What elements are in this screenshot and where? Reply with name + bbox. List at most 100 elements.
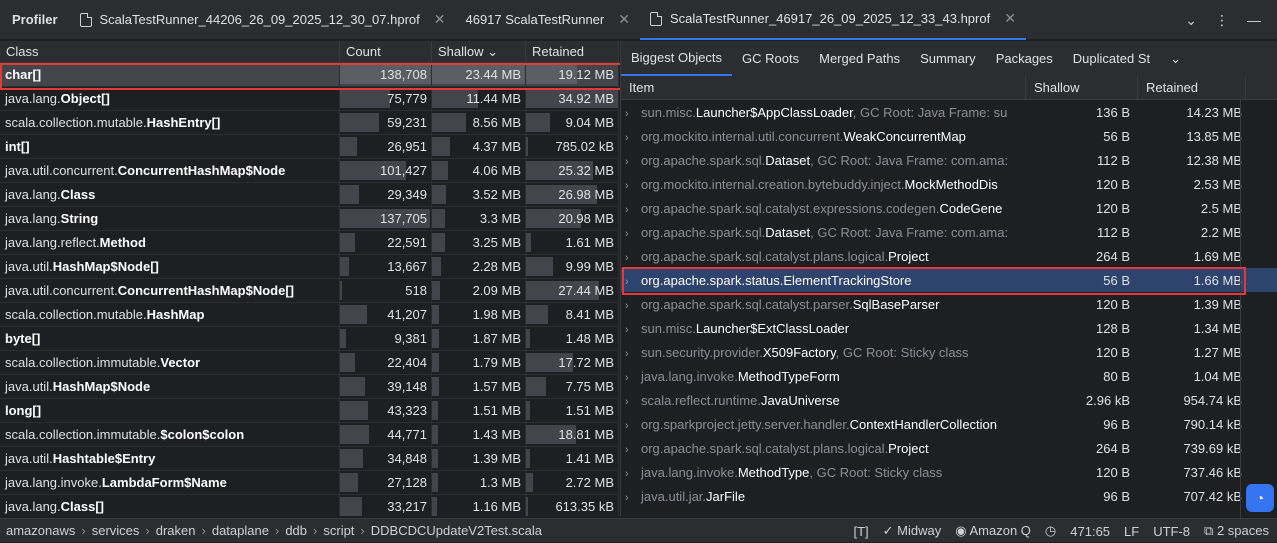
list-item[interactable]: › java.util.jar.JarFile 96 B 707.42 kB [621,484,1277,508]
tab-biggest-objects[interactable]: Biggest Objects [621,41,733,76]
table-row[interactable]: java.lang. Class[] 33,217 1.16 MB 613.35 kB [0,495,619,516]
breadcrumb-item[interactable]: services [86,523,146,538]
minimize-icon[interactable]: — [1247,12,1261,28]
table-row[interactable]: int[] 26,951 4.37 MB 785.02 kB [0,135,619,159]
chevron-right-icon[interactable]: › [625,324,633,336]
more-icon[interactable]: ⋮ [1215,12,1229,29]
close-icon[interactable]: ✕ [434,11,446,28]
chevron-right-icon[interactable]: › [625,420,633,432]
package-name: scala.reflect.runtime. [641,392,761,408]
table-row[interactable]: char[] 138,708 23.44 MB 19.12 MB [0,63,619,87]
column-retained[interactable]: Retained [526,41,619,62]
value-bar [340,257,350,276]
table-row[interactable]: java.util.concurrent. ConcurrentHashMap$N… [0,279,619,303]
chevron-down-icon[interactable]: ⌄ [1160,41,1191,76]
cursor-position[interactable]: 471:65 [1070,524,1110,539]
list-item[interactable]: › sun.misc.Launcher$ExtClassLoader 128 B 1.… [621,316,1277,340]
gauge-icon[interactable]: ◔ [1246,484,1274,512]
list-item[interactable]: › org.sparkproject.jetty.server.handler.C… [621,412,1277,436]
chevron-right-icon[interactable]: › [625,492,633,504]
list-item[interactable]: › org.apache.spark.sql.catalyst.parser.Sq… [621,292,1277,316]
chevron-right-icon[interactable]: › [625,228,633,240]
table-row[interactable]: java.lang. Class 29,349 3.52 MB 26.98 MB [0,183,619,207]
chevron-right-icon[interactable]: › [625,348,633,360]
table-row[interactable]: java.util. HashMap$Node[] 13,667 2.28 MB 9.9… [0,255,619,279]
line-separator[interactable]: LF [1124,524,1139,539]
table-row[interactable]: java.lang. Object[] 75,779 11.44 MB 34.92 MB [0,87,619,111]
midway-status[interactable]: ✓ Midway [883,523,942,539]
chevron-right-icon[interactable]: › [625,204,633,216]
table-row[interactable]: scala.collection.immutable. $colon$colon 4… [0,423,619,447]
column-shallow[interactable]: Shallow [1026,76,1138,99]
list-item[interactable]: › scala.reflect.runtime.JavaUniverse 2.96 … [621,388,1277,412]
chevron-right-icon[interactable]: › [625,396,633,408]
column-count[interactable]: Count [340,41,432,62]
breadcrumb-item[interactable]: dataplane [206,523,275,538]
tab-summary[interactable]: Summary [910,41,986,76]
tab-duplicated-strings[interactable]: Duplicated St [1063,41,1160,76]
tab-merged-paths[interactable]: Merged Paths [809,41,910,76]
column-retained[interactable]: Retained [1138,76,1246,99]
chevron-right-icon[interactable]: › [625,108,633,120]
list-item[interactable]: › org.mockito.internal.creation.bytebuddy… [621,172,1277,196]
list-item[interactable]: › java.lang.invoke.MethodTypeForm 80 B 1.04… [621,364,1277,388]
breadcrumb-item[interactable]: amazonaws [0,523,81,538]
tab-hprof-1[interactable]: ScalaTestRunner_44206_26_09_2025_12_30_0… [70,0,456,40]
breadcrumb-item[interactable]: ddb [279,523,313,538]
column-item[interactable]: Item [621,76,1026,99]
list-item[interactable]: › sun.misc.Launcher$AppClassLoader, GC Ro… [621,100,1277,124]
column-class[interactable]: Class [0,41,340,62]
chevron-down-icon[interactable]: ⌄ [1185,12,1197,29]
vcs-icon[interactable]: [T] [853,524,868,539]
class-simple-name: Dataset [765,224,811,240]
file-encoding[interactable]: UTF-8 [1153,524,1190,539]
retained-cell: 2.5 MB [1200,200,1242,216]
table-row[interactable]: java.util.concurrent. ConcurrentHashMap$N… [0,159,619,183]
chevron-right-icon[interactable]: › [625,180,633,192]
table-row[interactable]: scala.collection.mutable. HashMap 41,207 1.… [0,303,619,327]
value-bar [526,473,534,492]
list-item[interactable]: › org.apache.spark.sql.catalyst.plans.log… [621,244,1277,268]
table-row[interactable]: byte[] 9,381 1.87 MB 1.48 MB [0,327,619,351]
tab-gc-roots[interactable]: GC Roots [732,41,809,76]
chevron-right-icon[interactable]: › [625,468,633,480]
table-row[interactable]: java.util. HashMap$Node 39,148 1.57 MB 7.75 … [0,375,619,399]
tab-hprof-2[interactable]: ScalaTestRunner_46917_26_09_2025_12_33_4… [639,0,1026,40]
count-cell: 41,207 [340,303,432,326]
chevron-right-icon[interactable]: › [625,444,633,456]
list-item[interactable]: › sun.security.provider.X509Factory, GC R… [621,340,1277,364]
chevron-right-icon[interactable]: › [625,132,633,144]
table-row[interactable]: scala.collection.immutable. Vector 22,404 1… [0,351,619,375]
indent-setting[interactable]: ⧉ 2 spaces [1204,523,1269,539]
chevron-right-icon[interactable]: › [625,156,633,168]
list-item[interactable]: › org.mockito.internal.util.concurrent.We… [621,124,1277,148]
table-row[interactable]: java.lang.invoke. LambdaForm$Name 27,128 1.… [0,471,619,495]
breadcrumb-item[interactable]: DDBCDCUpdateV2Test.scala [365,523,548,538]
tab-packages[interactable]: Packages [986,41,1063,76]
column-shallow[interactable]: Shallow ⌄ [432,41,526,62]
list-item[interactable]: › org.apache.spark.status.ElementTracking… [621,268,1277,292]
breadcrumb-item[interactable]: draken [150,523,202,538]
chevron-right-icon[interactable]: › [625,252,633,264]
chevron-right-icon[interactable]: › [625,276,633,288]
tab-runner[interactable]: 46917 ScalaTestRunner ✕ [455,0,640,40]
table-row[interactable]: long[] 43,323 1.51 MB 1.51 MB [0,399,619,423]
close-icon[interactable]: ✕ [1004,10,1016,27]
amazonq-status[interactable]: ◉ Amazon Q [955,523,1031,539]
table-row[interactable]: java.lang. String 137,705 3.3 MB 20.98 MB [0,207,619,231]
shallow-cell-value: 1.3 MB [479,475,521,490]
package-name: org.apache.spark.sql.catalyst.plans.logi… [641,248,889,264]
list-item[interactable]: › org.apache.spark.sql.Dataset, GC Root: … [621,220,1277,244]
list-item[interactable]: › org.apache.spark.sql.Dataset, GC Root: … [621,148,1277,172]
table-row[interactable]: java.util. Hashtable$Entry 34,848 1.39 MB 1.… [0,447,619,471]
table-row[interactable]: java.lang.reflect. Method 22,591 3.25 MB 1.6… [0,231,619,255]
list-item[interactable]: › org.apache.spark.sql.catalyst.plans.log… [621,436,1277,460]
table-row[interactable]: scala.collection.mutable. HashEntry[] 59,2… [0,111,619,135]
scrollbar[interactable] [1240,100,1241,520]
breadcrumb-item[interactable]: script [317,523,360,538]
chevron-right-icon[interactable]: › [625,300,633,312]
list-item[interactable]: › java.lang.invoke.MethodType, GC Root: S… [621,460,1277,484]
close-icon[interactable]: ✕ [618,11,630,28]
list-item[interactable]: › org.apache.spark.sql.catalyst.expressio… [621,196,1277,220]
chevron-right-icon[interactable]: › [625,372,633,384]
